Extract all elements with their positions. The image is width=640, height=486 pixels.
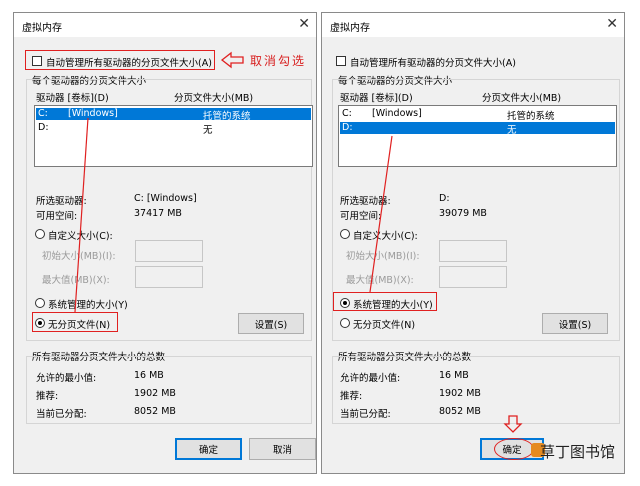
free-space-value: 37417 MB [134, 208, 182, 219]
custom-size-label: 自定义大小(C): [48, 231, 113, 242]
drive-row-c[interactable]: C: [Windows] 托管的系统 [340, 108, 615, 122]
close-icon[interactable]: ✕ [606, 16, 618, 32]
custom-size-radio[interactable] [35, 229, 45, 239]
drive-list[interactable]: C: [Windows] 托管的系统 D: 无 [34, 105, 313, 167]
min-allowed-label: 允许的最小值: [340, 373, 401, 384]
system-managed-label: 系统管理的大小(Y) [48, 300, 128, 311]
drive-row-d[interactable]: D: 无 [36, 122, 311, 136]
min-allowed-label: 允许的最小值: [36, 373, 97, 384]
cancel-button[interactable]: 取消 [249, 438, 316, 460]
custom-size-radio[interactable] [340, 229, 350, 239]
highlight-ok-button [494, 438, 534, 460]
drive-row-c[interactable]: C: [Windows] 托管的系统 [36, 108, 311, 122]
ok-button[interactable]: 确定 [175, 438, 242, 460]
dialog-title: 虚拟内存 [330, 23, 370, 34]
highlight-no-paging [32, 312, 118, 332]
selected-drive-value: D: [439, 193, 450, 204]
auto-manage-checkbox[interactable] [336, 56, 346, 66]
drive-row-d[interactable]: D: 无 [340, 122, 615, 136]
no-paging-label: 无分页文件(N) [353, 320, 416, 331]
current-value: 8052 MB [439, 406, 481, 417]
min-allowed-value: 16 MB [134, 370, 164, 381]
max-size-input[interactable] [439, 266, 507, 288]
drive-letter: D: [38, 122, 49, 133]
drive-letter: D: [342, 122, 353, 133]
initial-size-input[interactable] [439, 240, 507, 262]
col-header-size: 分页文件大小(MB) [482, 93, 562, 104]
title-bar: 虚拟内存 ✕ [14, 13, 316, 37]
max-size-input[interactable] [135, 266, 203, 288]
selected-drive-label: 所选驱动器: [36, 196, 87, 207]
free-space-value: 39079 MB [439, 208, 487, 219]
set-button[interactable]: 设置(S) [542, 313, 608, 334]
current-value: 8052 MB [134, 406, 176, 417]
set-button[interactable]: 设置(S) [238, 313, 304, 334]
auto-manage-label: 自动管理所有驱动器的分页文件大小(A) [350, 58, 516, 69]
recommended-label: 推荐: [340, 391, 363, 402]
drive-label: [Windows] [68, 108, 118, 119]
title-bar: 虚拟内存 ✕ [322, 13, 624, 37]
highlight-auto-manage [25, 50, 215, 70]
current-label: 当前已分配: [36, 409, 87, 420]
min-allowed-value: 16 MB [439, 370, 469, 381]
recommended-label: 推荐: [36, 391, 59, 402]
custom-size-label: 自定义大小(C): [353, 231, 418, 242]
watermark-text: 草丁图书馆 [540, 443, 616, 461]
drive-size: 托管的系统 [507, 111, 555, 122]
col-header-size: 分页文件大小(MB) [174, 93, 254, 104]
system-managed-radio[interactable] [35, 298, 45, 308]
recommended-value: 1902 MB [134, 388, 176, 399]
free-space-label: 可用空间: [36, 211, 78, 222]
col-header-drive: 驱动器 [卷标](D) [36, 93, 109, 104]
selected-drive-value: C: [Windows] [134, 193, 197, 204]
initial-size-label: 初始大小(MB)(I): [346, 251, 420, 262]
initial-size-input[interactable] [135, 240, 203, 262]
annotation-text: 取消勾选 [250, 54, 307, 68]
drive-size: 托管的系统 [203, 111, 251, 122]
drive-size: 无 [507, 125, 517, 136]
drive-list[interactable]: C: [Windows] 托管的系统 D: 无 [338, 105, 617, 167]
col-header-drive: 驱动器 [卷标](D) [340, 93, 413, 104]
initial-size-label: 初始大小(MB)(I): [42, 251, 116, 262]
highlight-system-managed [333, 292, 437, 311]
max-size-label: 最大值(MB)(X): [346, 275, 414, 286]
drive-size: 无 [203, 125, 213, 136]
virtual-memory-dialog-left: 虚拟内存 ✕ 自动管理所有驱动器的分页文件大小(A) 每个驱动器的分页文件大小 … [13, 12, 317, 474]
max-size-label: 最大值(MB)(X): [42, 275, 110, 286]
selected-drive-label: 所选驱动器: [340, 196, 391, 207]
current-label: 当前已分配: [340, 409, 391, 420]
virtual-memory-dialog-right: 虚拟内存 ✕ 自动管理所有驱动器的分页文件大小(A) 每个驱动器的分页文件大小 … [321, 12, 625, 474]
no-paging-radio[interactable] [340, 318, 350, 328]
dialog-title: 虚拟内存 [22, 23, 62, 34]
close-icon[interactable]: ✕ [298, 16, 310, 32]
drive-letter: C: [38, 108, 48, 119]
drive-label: [Windows] [372, 108, 422, 119]
drive-letter: C: [342, 108, 352, 119]
recommended-value: 1902 MB [439, 388, 481, 399]
free-space-label: 可用空间: [340, 211, 382, 222]
